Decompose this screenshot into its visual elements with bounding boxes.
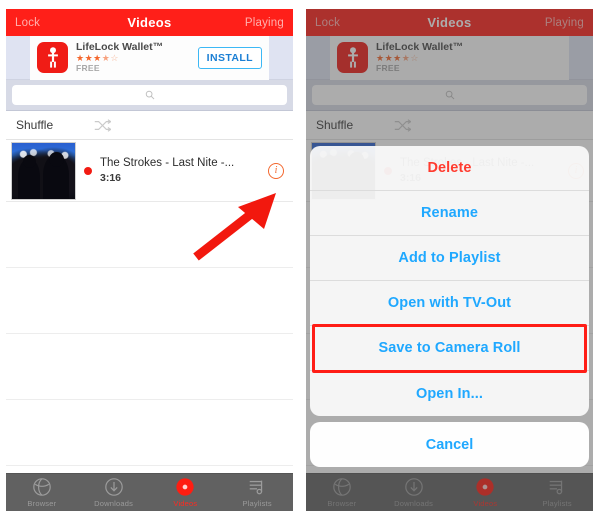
action-sheet-options: Delete Rename Add to Playlist Open with …: [310, 146, 589, 416]
navigation-bar: Lock Videos Playing: [6, 9, 293, 36]
ad-price-label: FREE: [76, 63, 100, 73]
ad-rating-stars: ★★★★☆: [76, 53, 119, 63]
search-input[interactable]: [12, 85, 287, 105]
thumbnail-silhouette: [23, 154, 36, 168]
unplayed-status-dot: [84, 166, 92, 175]
ad-title: LifeLock Wallet™: [76, 41, 164, 53]
nav-playing-button[interactable]: Playing: [245, 17, 284, 29]
tab-downloads[interactable]: Downloads: [78, 474, 150, 511]
lock-person-glyph: [47, 47, 58, 68]
action-save-to-camera-roll[interactable]: Save to Camera Roll: [310, 326, 589, 371]
video-text-block: The Strokes - Last Nite -... 3:16: [100, 156, 268, 185]
action-open-in[interactable]: Open In...: [310, 371, 589, 416]
ad-text-block: LifeLock Wallet™ ★★★★☆ FREE: [76, 41, 198, 74]
thumbnail-silhouette: [49, 151, 64, 167]
search-bar[interactable]: [6, 80, 293, 111]
action-sheet: Delete Rename Add to Playlist Open with …: [310, 146, 589, 467]
phone-screen-right: Lock Videos Playing LifeLock Wallet™ ★★★…: [306, 9, 593, 511]
tab-bar: Browser Downloads Videos Playlists: [6, 473, 293, 511]
action-rename[interactable]: Rename: [310, 191, 589, 236]
phone-screen-left: Lock Videos Playing LifeLock Wallet™ ★★★…: [6, 9, 293, 511]
tab-videos[interactable]: Videos: [150, 474, 222, 511]
install-button[interactable]: INSTALL: [197, 46, 262, 69]
concert-thumbnail: [11, 141, 76, 200]
download-icon: [104, 478, 123, 496]
action-delete[interactable]: Delete: [310, 146, 589, 191]
info-icon[interactable]: i: [268, 162, 284, 179]
list-item[interactable]: [6, 334, 293, 400]
action-cancel[interactable]: Cancel: [310, 422, 589, 467]
tab-downloads-label: Downloads: [94, 499, 134, 508]
search-icon: [145, 90, 154, 100]
globe-icon: [33, 478, 51, 496]
tab-browser[interactable]: Browser: [6, 474, 78, 511]
ad-card[interactable]: LifeLock Wallet™ ★★★★☆ FREE INSTALL: [30, 35, 269, 80]
video-title: The Strokes - Last Nite -...: [100, 157, 235, 169]
tab-playlists-label: Playlists: [242, 499, 272, 508]
nav-lock-button[interactable]: Lock: [15, 17, 40, 29]
list-item[interactable]: [6, 268, 293, 334]
shuffle-row[interactable]: Shuffle: [6, 111, 293, 140]
action-add-to-playlist[interactable]: Add to Playlist: [310, 236, 589, 281]
action-open-with-tv-out[interactable]: Open with TV-Out: [310, 281, 589, 326]
lifelock-app-icon: [37, 42, 68, 73]
screenshot-root: Lock Videos Playing LifeLock Wallet™ ★★★…: [0, 0, 600, 519]
playlist-icon: [249, 480, 263, 495]
video-duration: 3:16: [100, 172, 122, 184]
shuffle-icon[interactable]: [94, 118, 111, 132]
tab-browser-label: Browser: [27, 499, 57, 508]
tab-videos-label: Videos: [173, 499, 198, 508]
list-item[interactable]: [6, 400, 293, 466]
video-disc-icon: [176, 478, 195, 496]
tab-playlists[interactable]: Playlists: [221, 474, 293, 511]
annotation-arrow: [193, 193, 276, 261]
shuffle-label: Shuffle: [16, 118, 54, 132]
ad-banner[interactable]: LifeLock Wallet™ ★★★★☆ FREE INSTALL: [6, 35, 293, 80]
